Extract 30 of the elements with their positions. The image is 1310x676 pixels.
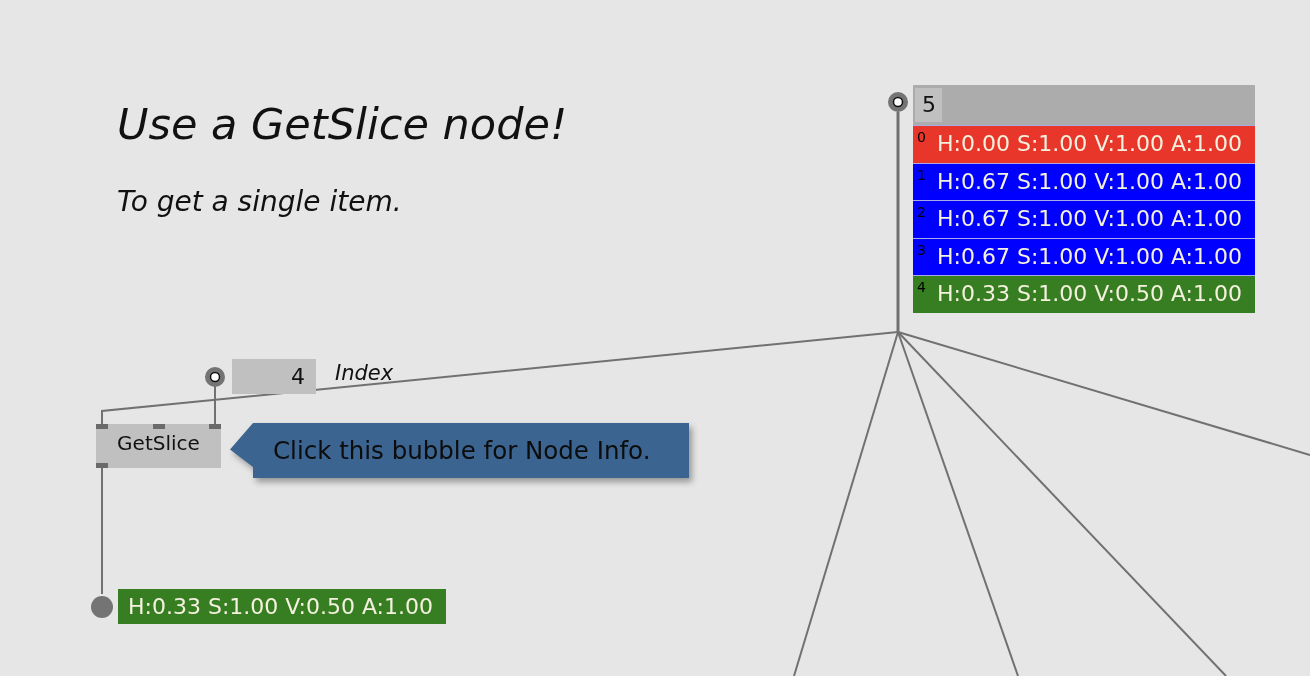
slice-count: 5 (915, 88, 942, 122)
ring-pin-icon[interactable] (205, 366, 225, 387)
ring-pin-icon[interactable] (888, 92, 908, 112)
slice-value: H:0.33 S:1.00 V:0.50 A:1.00 (937, 281, 1242, 308)
pin-icon[interactable] (153, 424, 165, 429)
dot-pin-icon[interactable] (91, 595, 113, 618)
color-value-field[interactable]: H:0.33 S:1.00 V:0.50 A:1.00 (118, 589, 446, 624)
comment-heading: Use a GetSlice node! (117, 99, 568, 149)
color-slice-field[interactable]: 0 H:0.00 S:1.00 V:1.00 A:1.00 (913, 126, 1255, 163)
slice-index: 3 (917, 241, 926, 258)
getslice-node[interactable]: GetSlice (96, 424, 221, 468)
pin-icon[interactable] (209, 424, 221, 429)
color-slice-field[interactable]: 3 H:0.67 S:1.00 V:1.00 A:1.00 (913, 238, 1255, 275)
slice-value: H:0.67 S:1.00 V:1.00 A:1.00 (937, 243, 1242, 270)
slice-value: H:0.67 S:1.00 V:1.00 A:1.00 (937, 168, 1242, 195)
slice-index: 0 (917, 129, 926, 145)
slice-index: 2 (917, 204, 926, 220)
slice-value: H:0.00 S:1.00 V:1.00 A:1.00 (937, 131, 1242, 158)
color-slice-field[interactable]: 2 H:0.67 S:1.00 V:1.00 A:1.00 (913, 201, 1255, 238)
pin-icon[interactable] (96, 463, 108, 468)
color-slice-field[interactable]: 4 H:0.33 S:1.00 V:0.50 A:1.00 (913, 276, 1255, 313)
slice-index: 4 (917, 279, 926, 295)
pin-label: Index (335, 363, 394, 384)
comment-text: To get a single item. (117, 185, 402, 218)
slice-index: 1 (917, 166, 926, 183)
spread-iobox[interactable]: 5 0 H:0.00 S:1.00 V:1.00 A:1.00 1 H:0.67 S:1.00 V:1.00 A:1.00 2 H:0.67 S:1.00 V:1.00 A:1.00 3 H:0.67 S:1.00 V:1.00 A:1.00 4 H:0.33 S:1.00 V:0.50 A:1.00 (913, 85, 1255, 313)
color-slice-field[interactable]: 1 H:0.67 S:1.00 V:1.00 A:1.00 (913, 163, 1255, 200)
pin-icon[interactable] (96, 424, 108, 429)
slice-value: H:0.67 S:1.00 V:1.00 A:1.00 (937, 206, 1242, 233)
value-field[interactable]: 4 (232, 359, 316, 394)
